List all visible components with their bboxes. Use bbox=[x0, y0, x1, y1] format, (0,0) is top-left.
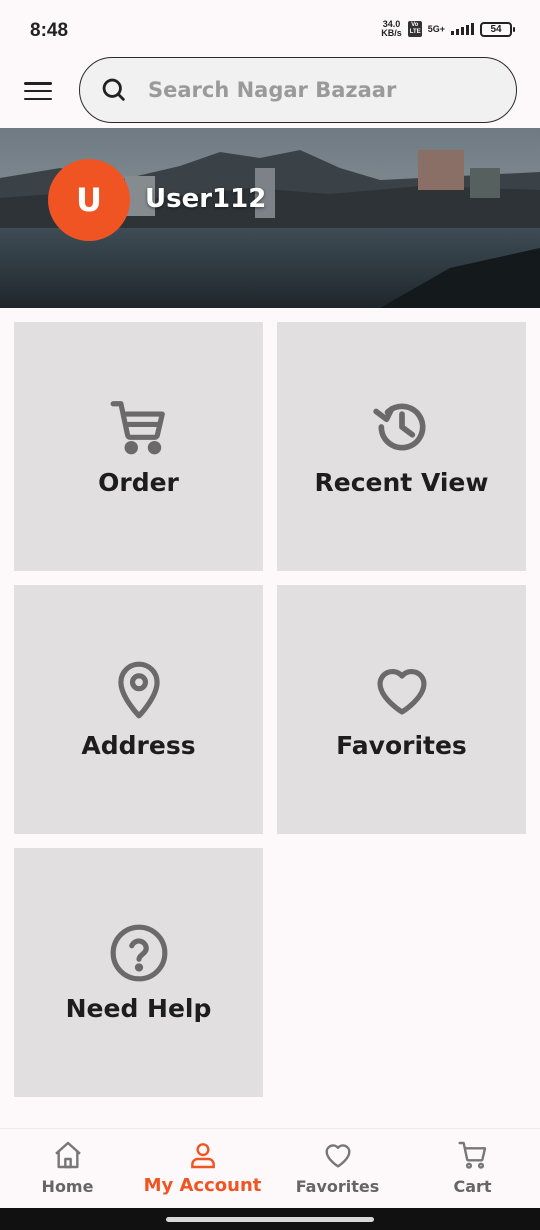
battery-icon: 54 bbox=[480, 21, 515, 37]
status-bar: 8:48 34.0 KB/s Vo LTE 5G+ 54 bbox=[0, 0, 540, 56]
need-help-tile[interactable]: Need Help bbox=[14, 848, 263, 1097]
history-icon bbox=[372, 403, 425, 451]
nav-cart-label: Cart bbox=[453, 1177, 492, 1196]
address-tile[interactable]: Address bbox=[14, 585, 263, 834]
network-type: 5G+ bbox=[428, 24, 445, 34]
gesture-handle[interactable] bbox=[166, 1217, 374, 1222]
cart-icon bbox=[457, 1141, 486, 1169]
top-bar bbox=[0, 56, 540, 128]
search-input[interactable] bbox=[148, 78, 468, 102]
network-speed-unit: KB/s bbox=[381, 28, 402, 38]
bottom-nav: Home My Account Favorites Cart bbox=[0, 1128, 540, 1208]
profile-banner: U User112 bbox=[0, 128, 540, 308]
status-time: 8:48 bbox=[30, 20, 69, 41]
tile-label: Favorites bbox=[336, 731, 467, 760]
menu-button[interactable] bbox=[24, 80, 52, 102]
help-circle-icon bbox=[110, 924, 167, 982]
order-tile[interactable]: Order bbox=[14, 322, 263, 571]
network-speed: 34.0 KB/s bbox=[381, 20, 402, 38]
nav-home-label: Home bbox=[41, 1177, 94, 1196]
nav-favorites-label: Favorites bbox=[295, 1177, 380, 1196]
home-icon bbox=[54, 1141, 81, 1169]
gesture-bar bbox=[0, 1208, 540, 1230]
favorites-tile[interactable]: Favorites bbox=[277, 585, 526, 834]
volte-badge: Vo LTE bbox=[407, 21, 422, 37]
location-pin-icon bbox=[117, 661, 160, 719]
menu-icon bbox=[24, 82, 52, 85]
tile-label: Address bbox=[81, 731, 196, 760]
recent-view-tile[interactable]: Recent View bbox=[277, 322, 526, 571]
search-icon bbox=[102, 78, 125, 101]
avatar[interactable]: U bbox=[48, 159, 130, 241]
nav-favorites[interactable]: Favorites bbox=[270, 1129, 405, 1208]
user-name: User112 bbox=[145, 184, 267, 214]
nav-my-account-label: My Account bbox=[143, 1175, 262, 1196]
nav-cart[interactable]: Cart bbox=[405, 1129, 540, 1208]
cart-icon bbox=[110, 401, 165, 455]
tile-label: Recent View bbox=[314, 468, 489, 497]
heart-icon bbox=[324, 1144, 351, 1168]
battery-level: 54 bbox=[490, 23, 502, 35]
nav-home[interactable]: Home bbox=[0, 1129, 135, 1208]
tile-label: Need Help bbox=[65, 994, 212, 1023]
signal-icon bbox=[451, 23, 474, 35]
search-bar[interactable] bbox=[79, 57, 517, 123]
user-icon bbox=[190, 1143, 215, 1169]
nav-my-account[interactable]: My Account bbox=[135, 1129, 270, 1208]
tile-label: Order bbox=[98, 468, 179, 497]
status-indicators: 34.0 KB/s Vo LTE 5G+ 54 bbox=[381, 20, 515, 38]
network-type-label: 5G+ bbox=[427, 24, 445, 34]
heart-icon bbox=[376, 668, 427, 715]
